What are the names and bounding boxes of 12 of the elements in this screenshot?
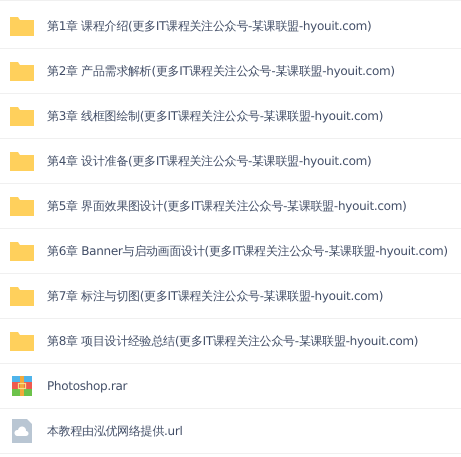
file-name[interactable]: 第7章 标注与切图(更多IT课程关注公众号-某课联盟-hyouit.com) xyxy=(47,288,384,304)
file-name[interactable]: Photoshop.rar xyxy=(47,379,128,393)
file-name[interactable]: 第4章 设计准备(更多IT课程关注公众号-某课联盟-hyouit.com) xyxy=(47,152,372,170)
file-name[interactable]: 第8章 项目设计经验总结(更多IT课程关注公众号-某课联盟-hyouit.com) xyxy=(47,332,418,350)
file-name[interactable]: 第2章 产品需求解析(更多IT课程关注公众号-某课联盟-hyouit.com) xyxy=(47,62,395,80)
cloud-file-icon xyxy=(9,418,35,444)
file-name[interactable]: 第5章 界面效果图设计(更多IT课程关注公众号-某课联盟-hyouit.com) xyxy=(47,198,406,214)
file-name[interactable]: 第3章 线框图绘制(更多IT课程关注公众号-某课联盟-hyouit.com) xyxy=(47,108,384,124)
archive-icon xyxy=(9,373,35,399)
file-name[interactable]: 第6章 Banner与启动画面设计(更多IT课程关注公众号-某课联盟-hyouit.com) xyxy=(47,242,448,260)
file-name[interactable]: 第1章 课程介绍(更多IT课程关注公众号-某课联盟-hyouit.com) xyxy=(47,18,372,34)
file-name[interactable]: 本教程由泓优网络提供.url xyxy=(47,422,182,440)
